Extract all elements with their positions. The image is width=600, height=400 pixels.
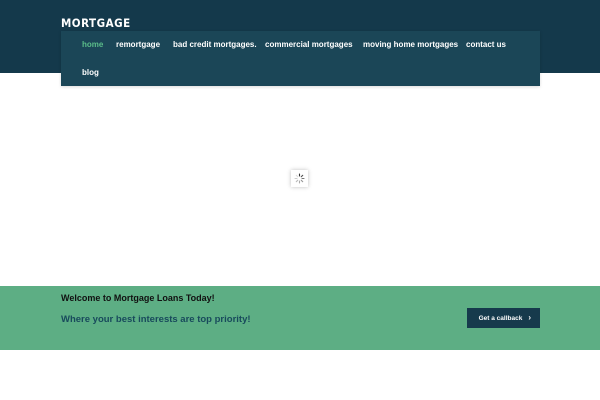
main-nav: home remortgage bad credit mortgages. co… xyxy=(61,31,540,86)
nav-item-home[interactable]: home xyxy=(82,40,103,49)
nav-item-commercial-mortgages[interactable]: commercial mortgages xyxy=(265,40,353,49)
get-callback-button[interactable]: Get a callback › xyxy=(467,308,540,328)
site-logo[interactable]: MORTGAGE xyxy=(61,16,131,30)
loading-spinner xyxy=(291,170,308,187)
nav-item-remortgage[interactable]: remortgage xyxy=(116,40,160,49)
nav-item-moving-home-mortgages[interactable]: moving home mortgages xyxy=(363,40,458,49)
spinner-icon xyxy=(294,173,305,184)
get-callback-label: Get a callback xyxy=(478,314,523,322)
welcome-heading: Welcome to Mortgage Loans Today! xyxy=(61,293,215,303)
nav-item-contact-us[interactable]: contact us xyxy=(466,40,506,49)
chevron-right-icon: › xyxy=(528,313,531,322)
nav-item-bad-credit-mortgages[interactable]: bad credit mortgages. xyxy=(173,40,257,49)
site-header: MORTGAGE home remortgage bad credit mort… xyxy=(0,0,600,86)
welcome-tagline: Where your best interests are top priori… xyxy=(61,314,251,325)
nav-item-blog[interactable]: blog xyxy=(82,68,99,77)
